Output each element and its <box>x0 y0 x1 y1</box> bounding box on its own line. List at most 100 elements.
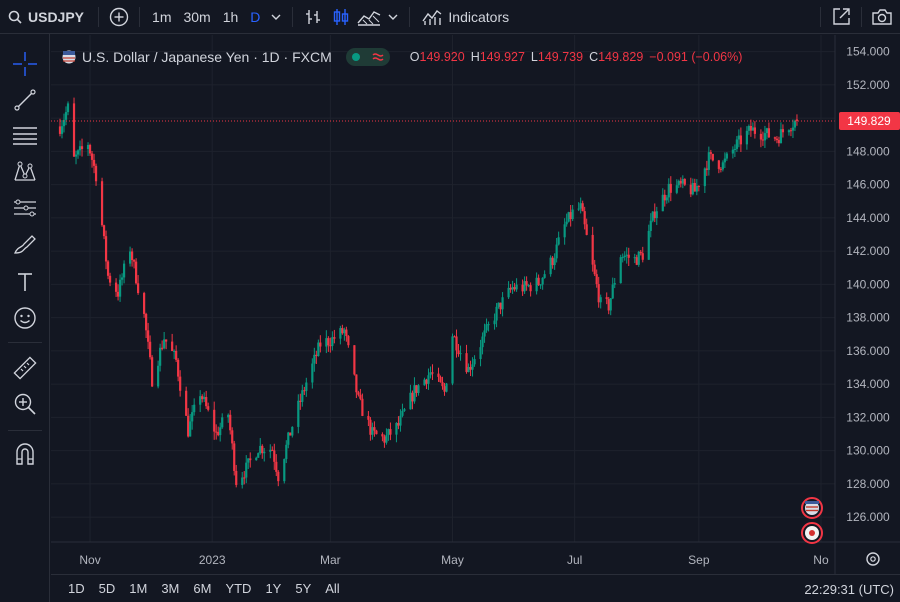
timeframe-1h[interactable]: 1h <box>217 0 245 34</box>
close-value: 149.829 <box>598 50 644 64</box>
text-tool[interactable] <box>8 266 42 298</box>
range-all[interactable]: All <box>318 581 346 596</box>
candle-up <box>721 160 724 172</box>
us-flag-icon[interactable] <box>801 497 823 519</box>
candle-up <box>599 294 602 309</box>
candle-body <box>243 477 246 479</box>
fib-retracement-tool[interactable] <box>8 120 42 152</box>
candle-body <box>383 436 386 443</box>
candle-up <box>621 253 624 263</box>
candle-up <box>733 144 736 158</box>
candle-down <box>551 255 554 269</box>
divider <box>820 6 821 27</box>
range-3m[interactable]: 3M <box>154 581 186 596</box>
area-style-button[interactable] <box>355 3 383 31</box>
market-status-badge[interactable] <box>345 48 390 66</box>
candle-body <box>795 119 799 121</box>
forecast-tool[interactable] <box>8 192 42 224</box>
candle-down <box>375 429 378 435</box>
candle-body <box>269 449 272 452</box>
candle-up <box>557 231 560 246</box>
japan-flag-icon[interactable] <box>801 522 823 544</box>
candle-body <box>159 347 162 366</box>
pattern-icon <box>14 161 36 181</box>
price-chart[interactable]: 126.000 128.000 130.000 132.000 134.000 136.0… <box>51 35 900 574</box>
emoji-tool[interactable] <box>8 302 42 334</box>
candle-up <box>655 206 658 226</box>
chart-pane[interactable]: 126.000 128.000 130.000 132.000 134.000 136.0… <box>51 35 900 602</box>
candle-body <box>649 220 652 231</box>
time-scale-settings-button[interactable] <box>866 552 880 566</box>
candle-up <box>255 456 258 461</box>
candle-body <box>249 458 252 461</box>
timeframe-d[interactable]: D <box>244 0 266 34</box>
zoom-tool[interactable] <box>8 388 42 420</box>
candle-up <box>523 276 526 294</box>
candle-up <box>765 127 769 140</box>
crosshair-tool[interactable] <box>8 48 42 80</box>
candle-body <box>415 385 418 393</box>
share-button[interactable] <box>827 3 855 31</box>
brush-tool[interactable] <box>8 228 42 260</box>
range-5y[interactable]: 5Y <box>288 581 318 596</box>
candle-body <box>395 422 398 435</box>
price-tick-label: 152.000 <box>846 78 890 92</box>
indicators-button[interactable]: Indicators <box>416 0 515 34</box>
divider <box>292 6 294 27</box>
candle-up <box>539 284 542 289</box>
range-1y[interactable]: 1Y <box>258 581 288 596</box>
candle-down <box>114 278 118 297</box>
candle-up <box>763 125 767 148</box>
bars-style-button[interactable] <box>299 3 327 31</box>
candle-up <box>737 129 740 148</box>
candle-body <box>355 374 358 393</box>
candle-body <box>513 287 516 290</box>
timeframe-30m[interactable]: 30m <box>177 0 216 34</box>
trend-line-icon <box>14 89 36 111</box>
trend-line-tool[interactable] <box>8 84 42 116</box>
candle-body <box>305 382 308 391</box>
timeframe-dropdown[interactable] <box>266 3 286 31</box>
range-ytd[interactable]: YTD <box>218 581 258 596</box>
timeframe-1m[interactable]: 1m <box>146 0 177 34</box>
time-scale[interactable]: Nov 2023 Mar May Jul Sep No <box>79 553 829 567</box>
measure-tool[interactable] <box>8 352 42 384</box>
range-1m[interactable]: 1M <box>122 581 154 596</box>
candle-body <box>387 429 390 436</box>
snapshot-button[interactable] <box>868 3 896 31</box>
candle-up <box>779 122 783 144</box>
candle-body <box>245 462 248 478</box>
candle-body <box>681 179 684 184</box>
candle-body <box>683 179 686 185</box>
range-5d[interactable]: 5D <box>92 581 123 596</box>
magnet-tool[interactable] <box>8 438 42 470</box>
utc-clock[interactable]: 22:29:31 (UTC) <box>804 582 894 597</box>
divider <box>861 6 862 27</box>
range-1d[interactable]: 1D <box>61 581 92 596</box>
candle-body <box>191 412 194 422</box>
candle-body <box>695 185 698 192</box>
range-6m[interactable]: 6M <box>186 581 218 596</box>
symbol-title[interactable]: U.S. Dollar / Japanese Yen · 1D · FXCM <box>82 49 332 65</box>
candle-up <box>74 150 78 165</box>
candle-up <box>691 178 694 196</box>
symbol-search-button[interactable]: USDJPY <box>0 0 92 34</box>
chart-type-dropdown[interactable] <box>383 3 403 31</box>
candle-down <box>369 417 372 441</box>
candle-down <box>161 340 164 351</box>
candle-down <box>229 410 232 435</box>
candle-body <box>301 390 304 402</box>
candle-body <box>753 127 756 134</box>
candle-body <box>593 264 596 275</box>
candle-up <box>485 318 488 333</box>
candle-body <box>723 158 726 163</box>
pattern-tool[interactable] <box>8 156 42 188</box>
candle-body <box>543 274 546 278</box>
compare-symbol-button[interactable] <box>105 3 133 31</box>
candles-style-button[interactable] <box>327 3 355 31</box>
candle-down <box>135 258 138 285</box>
price-tick-label: 136.000 <box>846 344 890 358</box>
candle-up <box>395 422 398 443</box>
candle-down <box>92 153 96 174</box>
candle-down <box>94 163 98 186</box>
